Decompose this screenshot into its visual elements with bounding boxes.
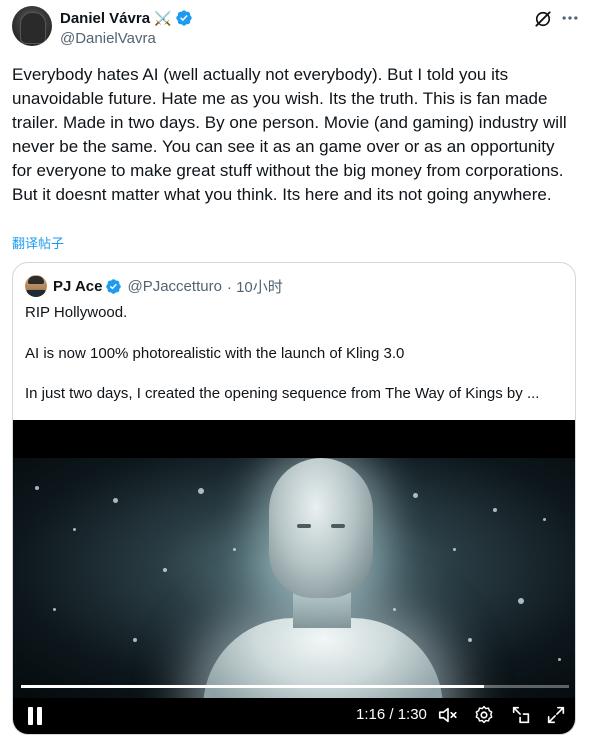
video-frame[interactable] <box>13 458 575 698</box>
quoted-tweet-card[interactable]: PJ Ace @PJaccetturo · 10小时 RIP Hollywood… <box>12 262 576 735</box>
settings-gear-icon[interactable] <box>473 704 495 726</box>
author-name-row: Daniel Vávra ⚔️ <box>60 8 193 28</box>
quote-author-handle: @PJaccetturo <box>127 277 222 295</box>
video-player[interactable]: 1:16 / 1:30 <box>13 420 575 734</box>
video-figure-head <box>269 458 373 598</box>
verified-badge-icon <box>106 278 122 294</box>
fullscreen-icon[interactable] <box>545 704 567 726</box>
crossed-swords-icon: ⚔️ <box>154 10 172 26</box>
video-progress-bar[interactable] <box>21 685 569 688</box>
tweet-text: Everybody hates AI (well actually not ev… <box>12 65 572 204</box>
video-progress-fill <box>21 685 484 688</box>
video-time-label: 1:16 / 1:30 <box>356 706 427 723</box>
verified-badge-icon <box>175 10 192 26</box>
quote-text-line-3: In just two days, I created the opening … <box>25 385 540 402</box>
author-display-name[interactable]: Daniel Vávra <box>60 10 150 27</box>
quote-timestamp: · 10小时 <box>226 278 283 296</box>
quote-author-avatar <box>25 275 47 297</box>
translate-post-link[interactable]: 翻译帖子 <box>12 233 64 252</box>
quote-text-line-2: AI is now 100% photorealistic with the l… <box>25 345 405 362</box>
more-icon[interactable] <box>560 8 580 28</box>
author-avatar[interactable] <box>12 6 52 46</box>
minimize-player-icon[interactable] <box>510 704 532 726</box>
pause-icon[interactable] <box>27 707 43 725</box>
quote-author-name: PJ Ace <box>53 277 103 295</box>
mute-icon[interactable] <box>437 704 459 726</box>
grok-icon[interactable] <box>533 9 553 29</box>
quote-header: PJ Ace @PJaccetturo · 10小时 <box>25 275 283 297</box>
quote-text-line-1: RIP Hollywood. <box>25 304 128 321</box>
author-handle[interactable]: @DanielVavra <box>60 30 156 47</box>
